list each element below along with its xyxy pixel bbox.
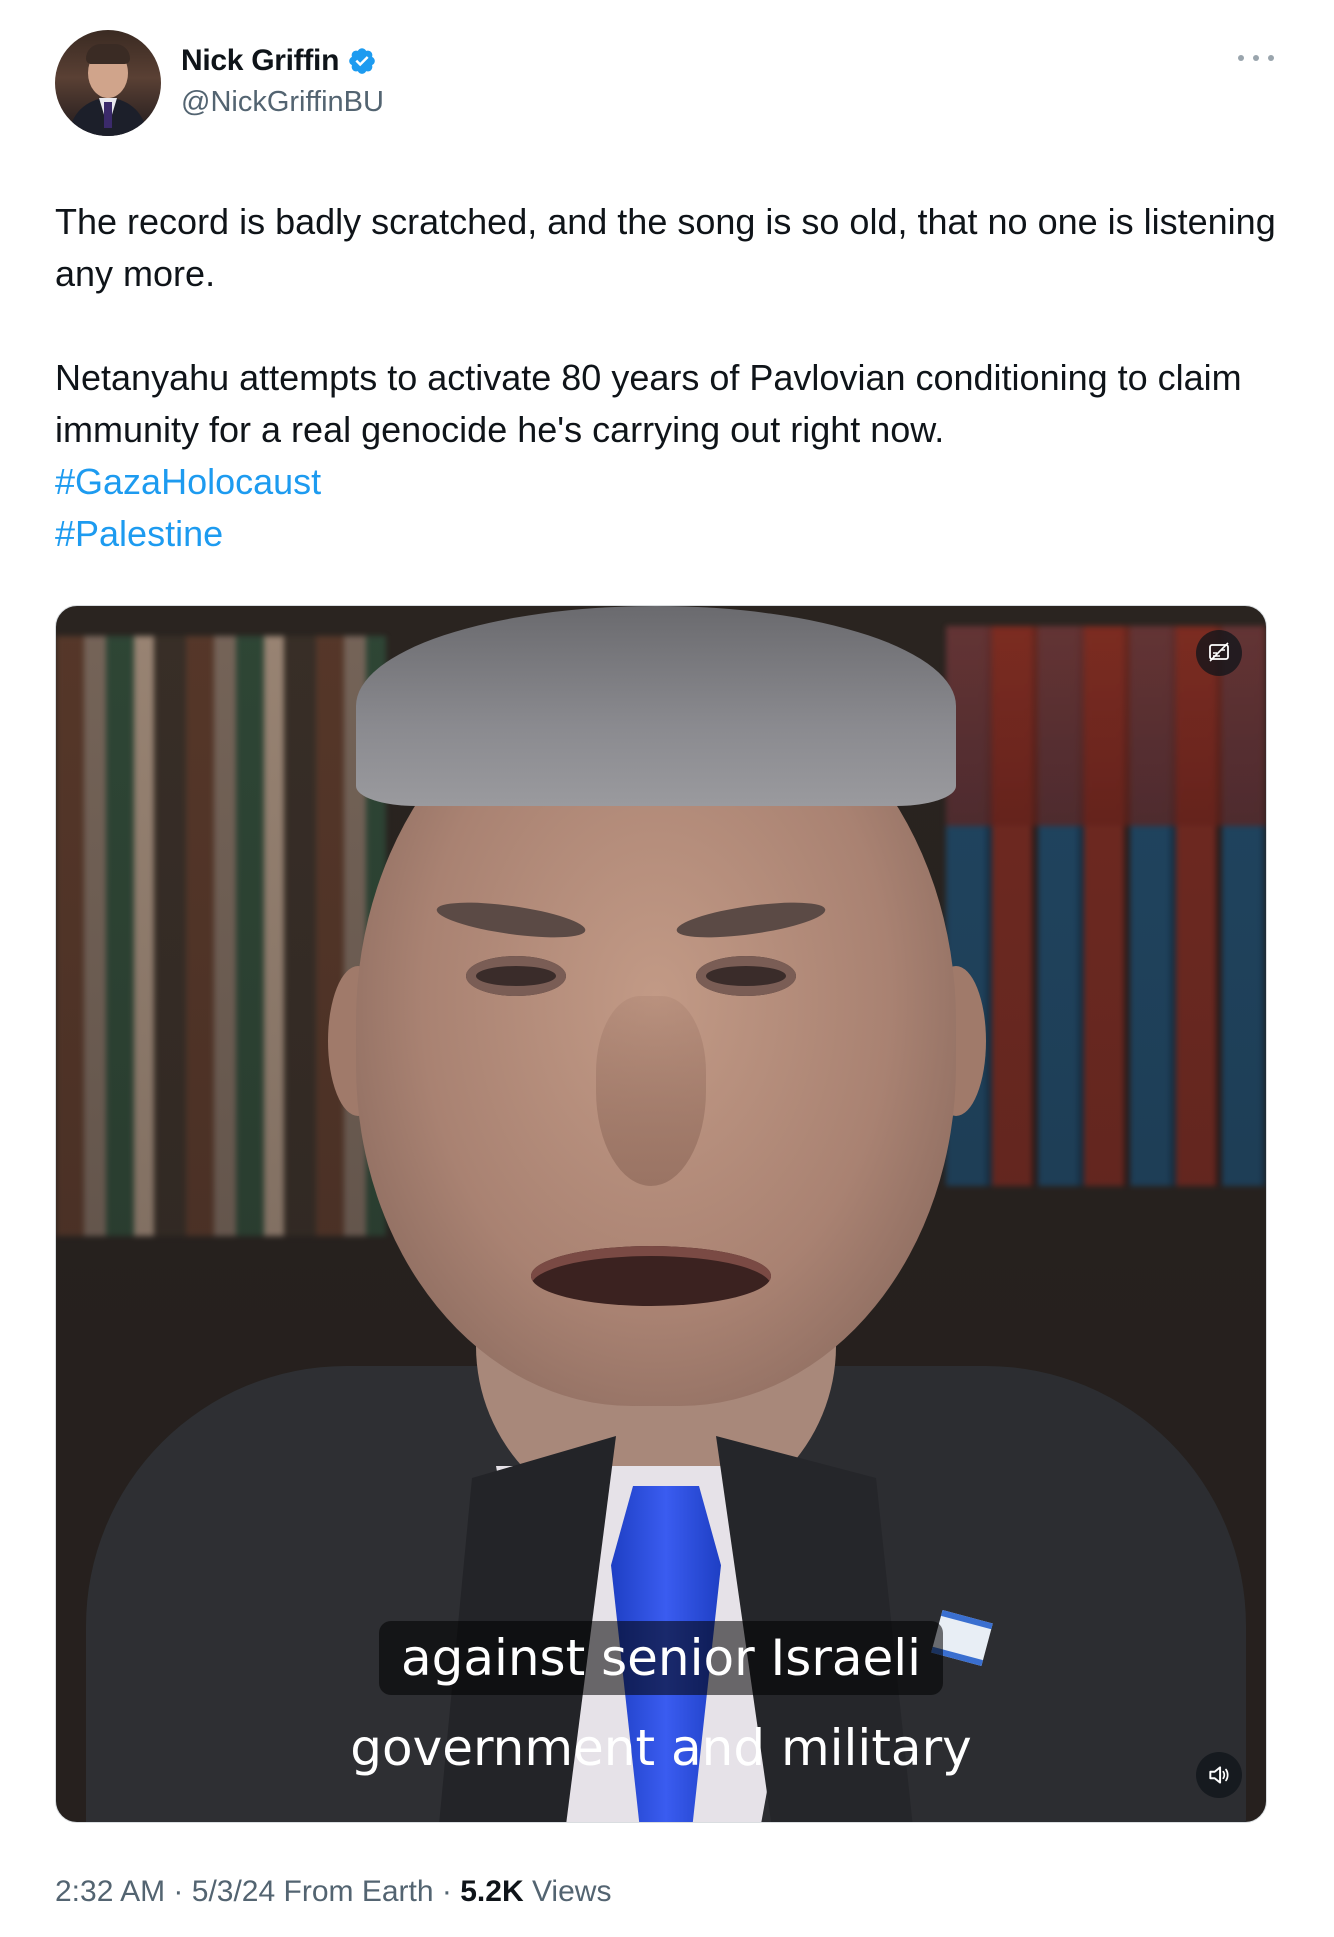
video-player[interactable]: against senior Israeli government and mi… xyxy=(55,605,1267,1823)
verified-badge-icon xyxy=(349,48,375,74)
tweet-text: The record is badly scratched, and the s… xyxy=(55,196,1285,560)
tweet-source: From Earth xyxy=(283,1875,434,1908)
meta-separator: · xyxy=(173,1875,184,1908)
hashtag-gazaholocaust[interactable]: #GazaHolocaust xyxy=(55,456,1285,508)
hashtag-palestine[interactable]: #Palestine xyxy=(55,508,1285,560)
avatar[interactable] xyxy=(55,30,161,136)
tweet-meta: 2:32 AM · 5/3/24 From Earth · 5.2K Views xyxy=(55,1875,611,1909)
meta-separator-2: · xyxy=(441,1875,452,1908)
video-caption-line-2: government and military xyxy=(350,1719,972,1777)
views-label: Views xyxy=(531,1875,612,1908)
content-disclosure-icon[interactable] xyxy=(1196,630,1242,676)
tweet-paragraph-1: The record is badly scratched, and the s… xyxy=(55,201,1276,294)
author-handle[interactable]: @NickGriffinBU xyxy=(181,86,384,119)
tweet-time[interactable]: 2:32 AM xyxy=(55,1875,165,1908)
author-name-row[interactable]: Nick Griffin xyxy=(181,44,377,78)
speaker-icon[interactable] xyxy=(1196,1752,1242,1798)
views-count[interactable]: 5.2K xyxy=(460,1875,523,1908)
more-options-icon[interactable] xyxy=(1238,48,1274,68)
author-name[interactable]: Nick Griffin xyxy=(181,44,339,78)
tweet-date[interactable]: 5/3/24 xyxy=(192,1875,275,1908)
tweet-paragraph-2: Netanyahu attempts to activate 80 years … xyxy=(55,357,1242,450)
video-caption-line-1: against senior Israeli xyxy=(56,1621,1266,1695)
